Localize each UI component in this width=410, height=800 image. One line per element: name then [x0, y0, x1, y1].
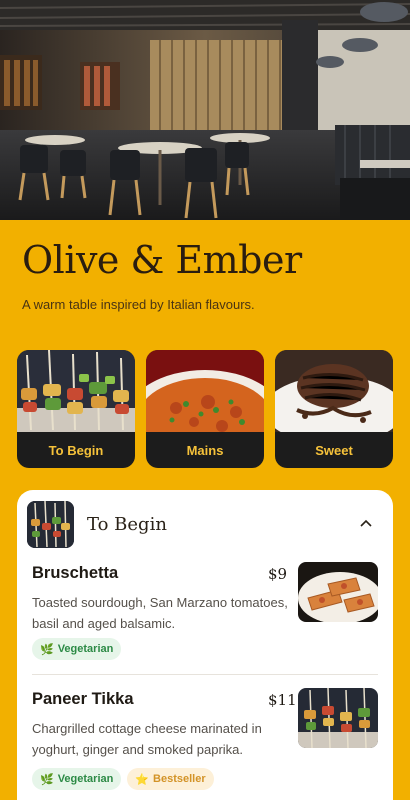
dessert-photo [275, 350, 393, 432]
category-label: To Begin [48, 442, 104, 458]
menu-section-panel: To Begin Bruschetta $9 Toasted sourdough… [17, 490, 393, 800]
item-description: Toasted sourdough, San Marzano tomatoes,… [32, 595, 288, 631]
leaf-icon: 🌿 [40, 773, 54, 786]
section-title: To Begin [87, 513, 167, 535]
item-price: $11 [268, 691, 297, 709]
item-name: Bruschetta [32, 564, 119, 582]
category-list: To Begin Mains Sweet [17, 350, 393, 468]
vegetarian-tag: 🌿 Vegetarian [32, 768, 122, 790]
tag-label: Vegetarian [57, 643, 114, 655]
curry-photo [146, 350, 264, 432]
category-card-mains[interactable]: Mains [146, 350, 264, 468]
star-icon: ⭐ [135, 773, 150, 786]
section-thumbnail [27, 500, 74, 548]
item-description: Chargrilled cottage cheese marinated in … [32, 721, 262, 757]
chevron-up-icon[interactable] [355, 512, 377, 534]
bruschetta-photo [298, 562, 378, 622]
skewers-photo [17, 350, 135, 432]
item-name: Paneer Tikka [32, 690, 134, 708]
bestseller-tag: ⭐ Bestseller [127, 768, 214, 790]
paneer-tikka-photo [298, 688, 378, 748]
item-divider [32, 674, 378, 675]
restaurant-name: Olive & Ember [22, 238, 302, 282]
item-tags: 🌿 Vegetarian [32, 638, 122, 660]
category-card-sweet[interactable]: Sweet [275, 350, 393, 468]
restaurant-tagline: A warm table inspired by Italian flavour… [22, 297, 255, 312]
hero-image [0, 0, 410, 220]
item-price: $9 [268, 565, 288, 583]
category-label: Mains [186, 442, 224, 458]
tag-label: Vegetarian [57, 773, 114, 785]
leaf-icon: 🌿 [40, 643, 54, 656]
section-header[interactable]: To Begin [27, 500, 383, 548]
category-card-to-begin[interactable]: To Begin [17, 350, 135, 468]
item-tags: 🌿 Vegetarian ⭐ Bestseller [32, 768, 214, 790]
category-label: Sweet [315, 442, 353, 458]
vegetarian-tag: 🌿 Vegetarian [32, 638, 122, 660]
tag-label: Bestseller [153, 773, 206, 785]
